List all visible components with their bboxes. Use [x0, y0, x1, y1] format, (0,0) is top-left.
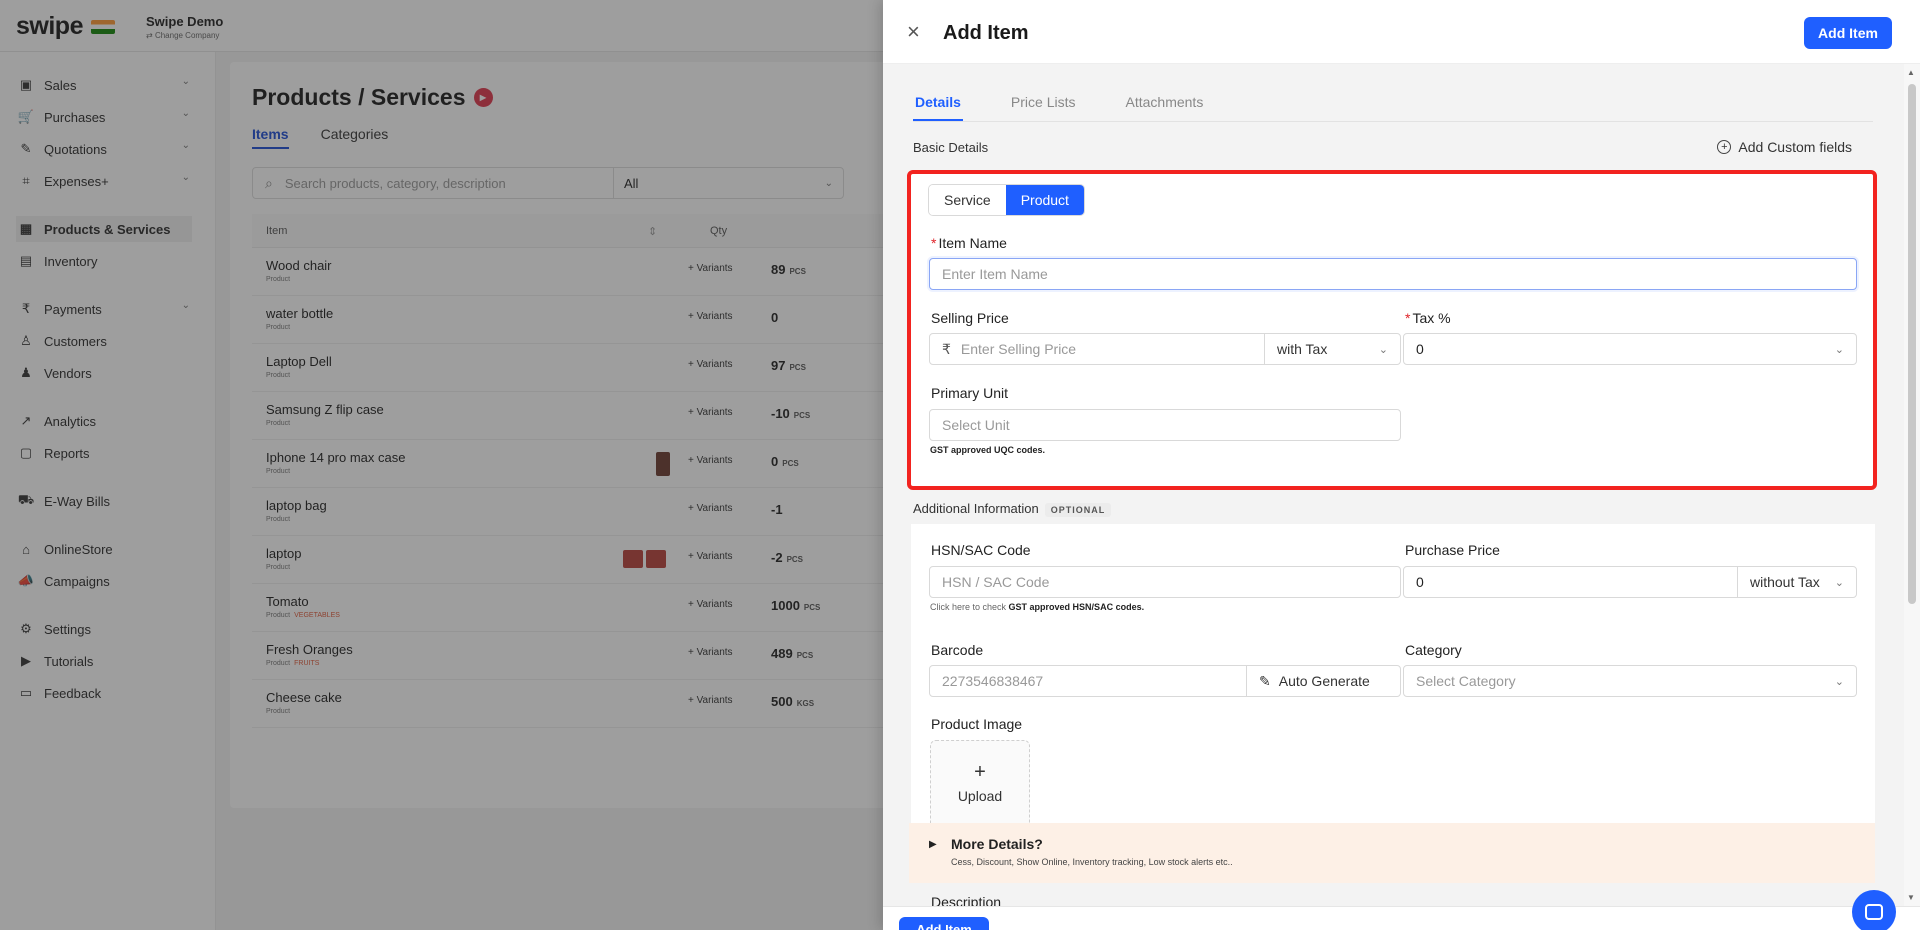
upload-button[interactable]: + Upload: [930, 740, 1030, 832]
barcode-label: Barcode: [931, 642, 984, 658]
scrollbar[interactable]: ▲ ▼: [1904, 64, 1920, 906]
scroll-up-icon[interactable]: ▲: [1907, 68, 1915, 77]
add-item-footer-button[interactable]: Add Item: [899, 917, 989, 930]
category-label: Category: [1405, 642, 1462, 658]
close-icon[interactable]: ×: [907, 21, 920, 43]
item-name-label: * Item Name: [931, 235, 1007, 251]
tax-label: * Tax %: [1405, 310, 1451, 326]
scroll-thumb[interactable]: [1908, 84, 1916, 604]
service-option[interactable]: Service: [929, 185, 1006, 215]
tab-price-lists[interactable]: Price Lists: [1009, 94, 1078, 121]
purchase-tax-mode-select[interactable]: without Tax ⌄: [1737, 567, 1856, 597]
purchase-price-label: Purchase Price: [1405, 542, 1500, 558]
chat-button[interactable]: [1852, 890, 1896, 930]
selling-tax-mode-select[interactable]: with Tax ⌄: [1264, 334, 1400, 364]
drawer-title: Add Item: [943, 22, 1029, 44]
primary-unit-select[interactable]: Select Unit: [929, 409, 1401, 441]
purchase-price-input[interactable]: 0 without Tax ⌄: [1403, 566, 1857, 598]
drawer-body: Details Price Lists Attachments Basic De…: [883, 64, 1904, 906]
hsn-label: HSN/SAC Code: [931, 542, 1031, 558]
basic-details-label: Basic Details: [913, 140, 989, 155]
hsn-input[interactable]: HSN / SAC Code: [929, 566, 1401, 598]
drawer-header: × Add Item Add Item: [883, 0, 1920, 64]
chat-icon: [1865, 904, 1883, 920]
selling-price-input[interactable]: ₹ Enter Selling Price with Tax ⌄: [929, 333, 1401, 365]
plus-circle-icon: +: [1717, 140, 1732, 154]
uqc-hint[interactable]: GST approved UQC codes.: [930, 445, 1045, 455]
add-item-drawer: × Add Item Add Item Details Price Lists …: [883, 0, 1920, 930]
chevron-down-icon: ⌄: [1834, 343, 1844, 356]
item-type-toggle: Service Product: [928, 184, 1085, 216]
plus-icon: +: [974, 761, 986, 783]
drawer-tabs: Details Price Lists Attachments: [913, 94, 1873, 122]
chevron-down-icon: ⌄: [1834, 576, 1844, 589]
drawer-footer: Add Item: [883, 906, 1920, 930]
add-custom-fields-button[interactable]: + Add Custom fields: [1717, 139, 1852, 155]
tax-select[interactable]: 0 ⌄: [1403, 333, 1857, 365]
optional-badge: OPTIONAL: [1044, 502, 1112, 517]
primary-unit-label: Primary Unit: [931, 385, 1009, 401]
chevron-down-icon: ⌄: [1378, 343, 1388, 356]
selling-price-label: Selling Price: [931, 310, 1009, 326]
chevron-down-icon: ⌄: [1834, 675, 1844, 688]
scroll-down-icon[interactable]: ▼: [1907, 893, 1915, 902]
hsn-hint-link[interactable]: Click here to check GST approved HSN/SAC…: [930, 602, 1144, 612]
auto-generate-button[interactable]: ✎ Auto Generate: [1246, 666, 1400, 696]
caret-right-icon: ▶: [929, 839, 937, 850]
product-option[interactable]: Product: [1005, 185, 1084, 215]
tab-details[interactable]: Details: [913, 94, 963, 121]
product-image-label: Product Image: [931, 716, 1023, 732]
barcode-input[interactable]: 2273546838467 ✎ Auto Generate: [929, 665, 1401, 697]
tab-attachments[interactable]: Attachments: [1124, 94, 1206, 121]
highlight-box: [907, 170, 1877, 490]
additional-info-label: Additional Information OPTIONAL: [913, 501, 1112, 517]
more-details-toggle[interactable]: ▶ More Details? Cess, Discount, Show Onl…: [909, 823, 1875, 883]
item-name-input[interactable]: Enter Item Name: [929, 258, 1857, 290]
category-select[interactable]: Select Category ⌄: [1403, 665, 1857, 697]
magic-wand-icon: ✎: [1259, 672, 1271, 689]
description-label: Description: [931, 894, 1002, 906]
add-item-button[interactable]: Add Item: [1804, 17, 1892, 49]
rupee-icon: ₹: [942, 340, 951, 357]
modal-overlay[interactable]: [0, 0, 883, 930]
